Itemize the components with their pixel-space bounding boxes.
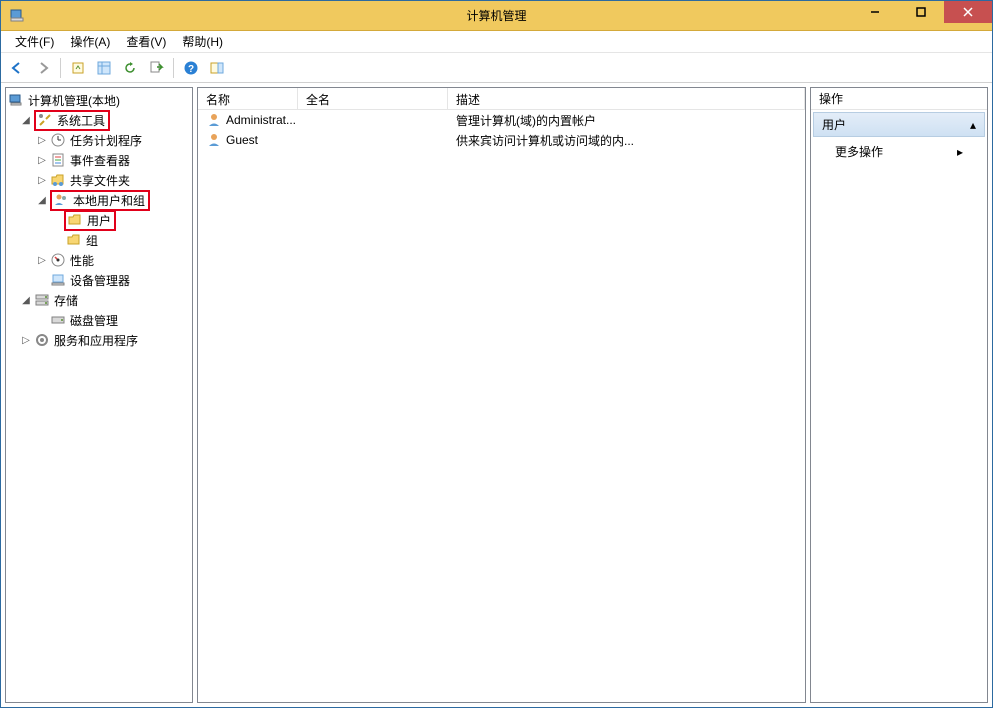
forward-button[interactable]: [31, 56, 55, 80]
navigation-tree: 计算机管理(本地) ◢ 系统工具 ▷ 任务计划程序 ▷: [6, 88, 192, 702]
expander-icon[interactable]: ◢: [20, 114, 32, 126]
expander-icon[interactable]: ◢: [20, 294, 32, 306]
tree-root[interactable]: 计算机管理(本地): [8, 90, 190, 110]
toolbar-separator: [173, 58, 174, 78]
back-button[interactable]: [5, 56, 29, 80]
toolbar: ?: [1, 53, 992, 83]
list-row[interactable]: Administrat... 管理计算机(域)的内置帐户: [198, 110, 805, 130]
users-icon: [53, 192, 69, 208]
actions-header: 操作: [811, 88, 987, 110]
tree-label: 本地用户和组: [71, 192, 147, 209]
list-pane: 名称 全名 描述 Administrat... 管理计算机(域)的内置帐户 G: [197, 87, 806, 703]
menu-help[interactable]: 帮助(H): [174, 31, 231, 52]
tree-services-apps[interactable]: ▷ 服务和应用程序: [8, 330, 190, 350]
shared-folder-icon: [50, 172, 66, 188]
tree-label: 共享文件夹: [68, 172, 132, 189]
column-description[interactable]: 描述: [448, 88, 805, 109]
close-button[interactable]: [944, 1, 992, 23]
tree-task-scheduler[interactable]: ▷ 任务计划程序: [8, 130, 190, 150]
user-icon: [206, 112, 222, 128]
menu-view[interactable]: 查看(V): [118, 31, 174, 52]
performance-icon: [50, 252, 66, 268]
tree-device-manager[interactable]: 设备管理器: [8, 270, 190, 290]
tree-local-users-groups[interactable]: ◢ 本地用户和组: [8, 190, 190, 210]
actions-section-title: 用户: [822, 116, 846, 133]
device-manager-icon: [50, 272, 66, 288]
storage-icon: [34, 292, 50, 308]
tree-label: 事件查看器: [68, 152, 132, 169]
expander-icon[interactable]: ▷: [36, 134, 48, 146]
svg-text:?: ?: [188, 64, 194, 75]
cell-description: 管理计算机(域)的内置帐户: [448, 112, 805, 129]
tree-shared-folders[interactable]: ▷ 共享文件夹: [8, 170, 190, 190]
tree-label: 任务计划程序: [68, 132, 144, 149]
tree-storage[interactable]: ◢ 存储: [8, 290, 190, 310]
expander-icon[interactable]: ▷: [36, 174, 48, 186]
folder-icon: [66, 232, 82, 248]
cell-name: Guest: [198, 132, 298, 148]
minimize-button[interactable]: [852, 1, 898, 23]
tree-label: 服务和应用程序: [52, 332, 140, 349]
tree-pane: 计算机管理(本地) ◢ 系统工具 ▷ 任务计划程序 ▷: [5, 87, 193, 703]
show-hide-pane-button[interactable]: [205, 56, 229, 80]
tree-performance[interactable]: ▷ 性能: [8, 250, 190, 270]
toolbar-separator: [60, 58, 61, 78]
tools-icon: [37, 112, 53, 128]
user-icon: [206, 132, 222, 148]
tree-users[interactable]: 用户: [8, 210, 190, 230]
up-button[interactable]: [66, 56, 90, 80]
tree-event-viewer[interactable]: ▷ 事件查看器: [8, 150, 190, 170]
maximize-button[interactable]: [898, 1, 944, 23]
user-name: Guest: [226, 133, 258, 147]
tree-label: 性能: [68, 252, 96, 269]
column-fullname[interactable]: 全名: [298, 88, 448, 109]
window-controls: [852, 1, 992, 23]
tree-label: 存储: [52, 292, 80, 309]
menu-action[interactable]: 操作(A): [62, 31, 118, 52]
expander-icon[interactable]: ◢: [36, 194, 48, 206]
tree-label: 磁盘管理: [68, 312, 120, 329]
content-area: 计算机管理(本地) ◢ 系统工具 ▷ 任务计划程序 ▷: [1, 83, 992, 707]
tree-label: 系统工具: [55, 112, 107, 129]
tree-disk-management[interactable]: 磁盘管理: [8, 310, 190, 330]
list-row[interactable]: Guest 供来宾访问计算机或访问域的内...: [198, 130, 805, 150]
window-title: 计算机管理: [466, 7, 526, 24]
menubar: 文件(F) 操作(A) 查看(V) 帮助(H): [1, 31, 992, 53]
list-body: Administrat... 管理计算机(域)的内置帐户 Guest 供来宾访问…: [198, 110, 805, 702]
app-icon: [9, 8, 25, 24]
export-button[interactable]: [144, 56, 168, 80]
tree-label: 组: [84, 232, 100, 249]
titlebar: 计算机管理: [1, 1, 992, 31]
cell-name: Administrat...: [198, 112, 298, 128]
menu-file[interactable]: 文件(F): [7, 31, 62, 52]
actions-more[interactable]: 更多操作 ▸: [811, 139, 987, 164]
tree-label: 设备管理器: [68, 272, 132, 289]
event-icon: [50, 152, 66, 168]
cell-description: 供来宾访问计算机或访问域的内...: [448, 132, 805, 149]
disk-icon: [50, 312, 66, 328]
expander-icon[interactable]: ▷: [20, 334, 32, 346]
clock-icon: [50, 132, 66, 148]
tree-system-tools[interactable]: ◢ 系统工具: [8, 110, 190, 130]
services-icon: [34, 332, 50, 348]
expander-icon[interactable]: ▷: [36, 154, 48, 166]
collapse-icon: ▴: [970, 118, 976, 132]
user-name: Administrat...: [226, 113, 296, 127]
actions-pane: 操作 用户 ▴ 更多操作 ▸: [810, 87, 988, 703]
folder-icon: [67, 212, 83, 228]
tree-label: 计算机管理(本地): [26, 92, 122, 109]
tree-label: 用户: [85, 212, 113, 229]
list-header: 名称 全名 描述: [198, 88, 805, 110]
actions-more-label: 更多操作: [835, 143, 883, 160]
expander-icon[interactable]: ▷: [36, 254, 48, 266]
properties-button[interactable]: [92, 56, 116, 80]
refresh-button[interactable]: [118, 56, 142, 80]
column-name[interactable]: 名称: [198, 88, 298, 109]
chevron-right-icon: ▸: [957, 145, 963, 159]
actions-section[interactable]: 用户 ▴: [813, 112, 985, 137]
help-button[interactable]: ?: [179, 56, 203, 80]
tree-groups[interactable]: 组: [8, 230, 190, 250]
computer-icon: [8, 92, 24, 108]
